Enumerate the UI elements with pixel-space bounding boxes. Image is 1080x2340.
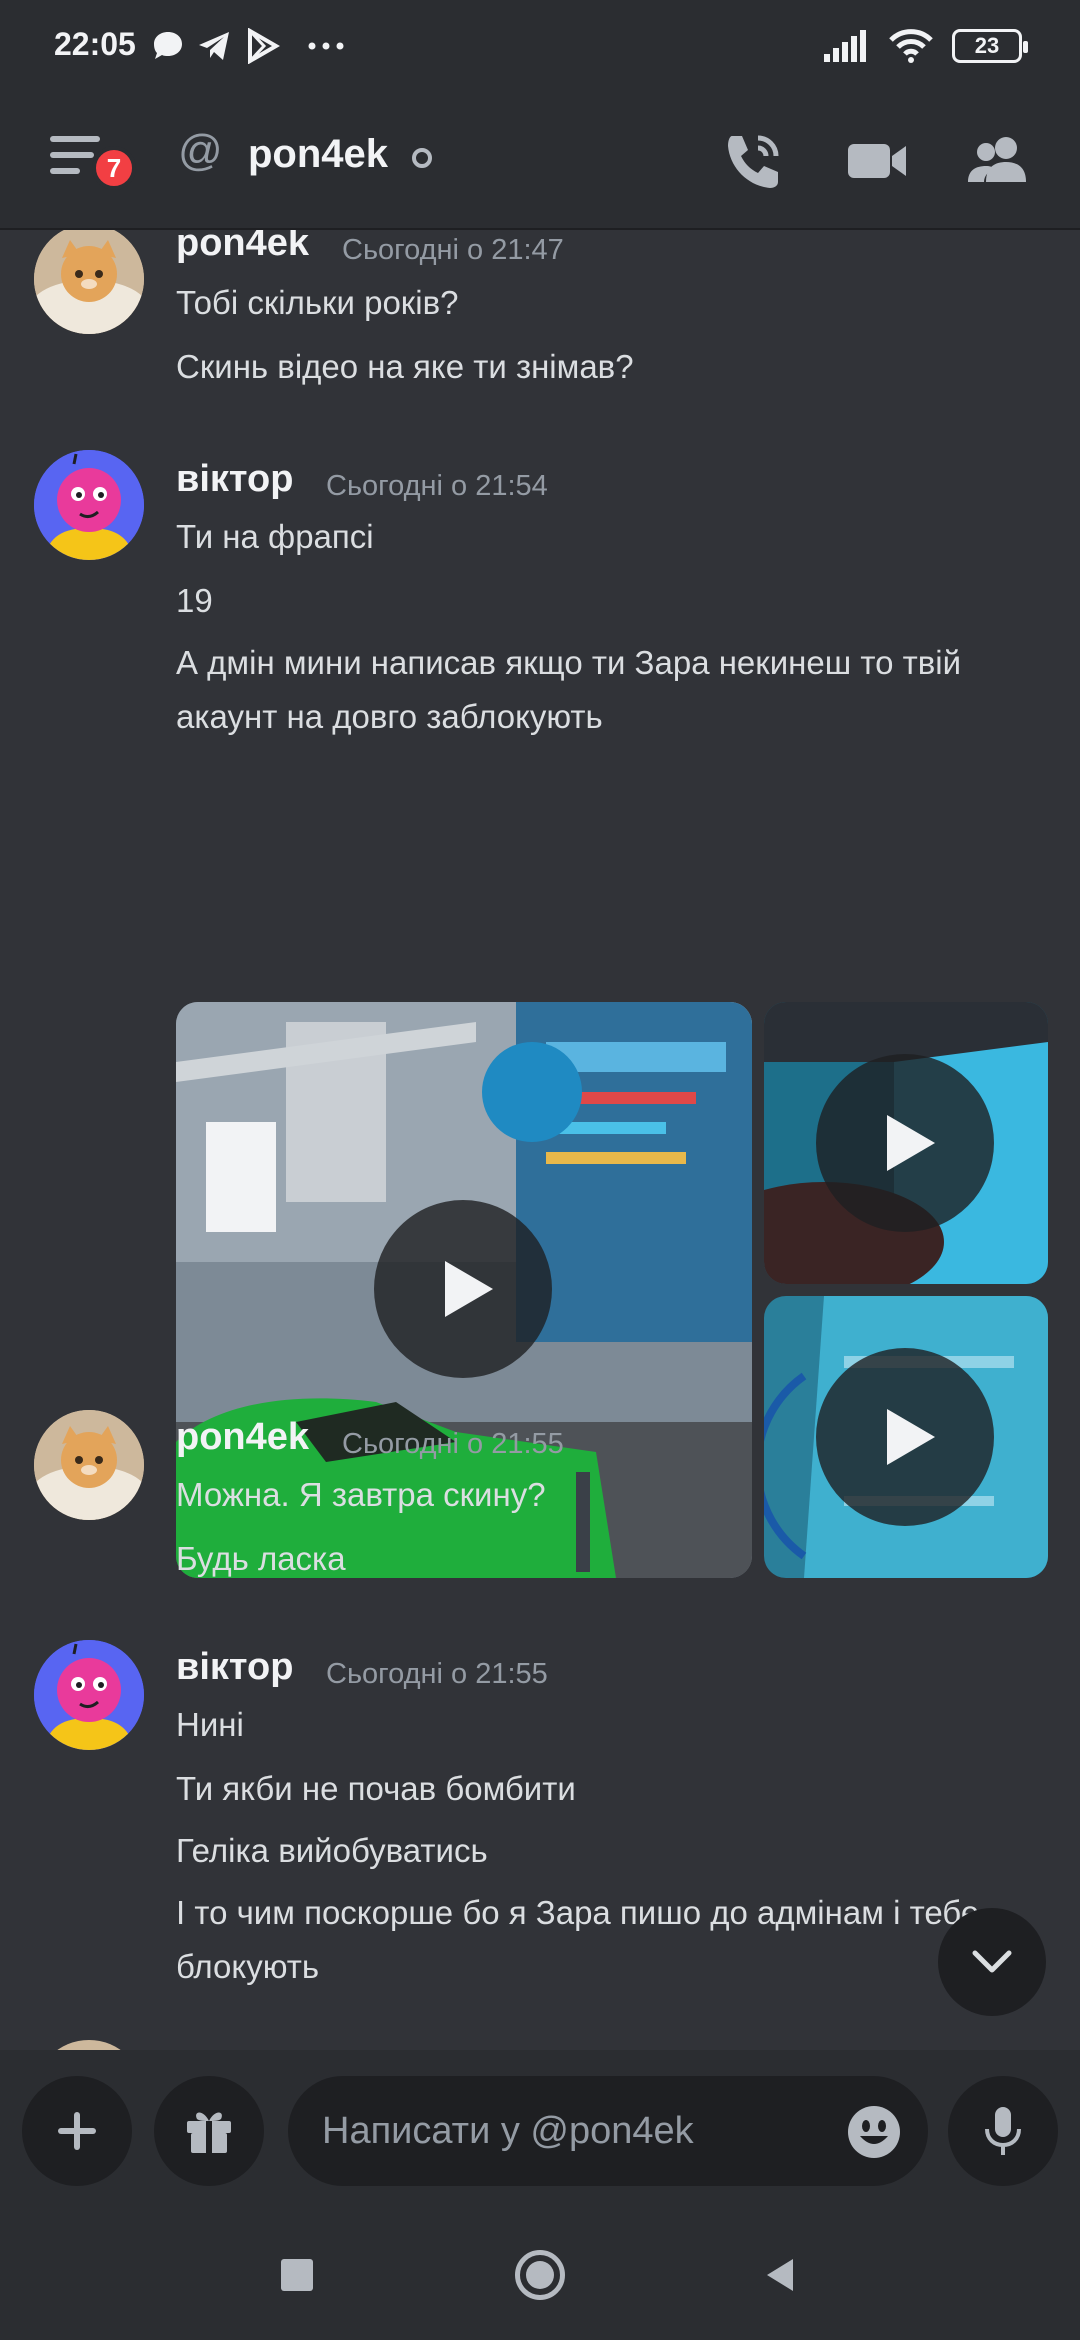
back-triangle-icon bbox=[767, 2259, 793, 2291]
signal-icon bbox=[824, 30, 866, 62]
avatar-pink-character[interactable] bbox=[34, 450, 144, 560]
video-attachment[interactable] bbox=[764, 1002, 1048, 1284]
avatar-cat[interactable] bbox=[34, 230, 144, 334]
home-button[interactable] bbox=[505, 2240, 575, 2310]
message-timestamp: Сьогодні о 21:54 bbox=[326, 470, 548, 502]
message-text: Геліка вийобуватись bbox=[176, 1832, 488, 1869]
status-time: 22:05 bbox=[54, 26, 136, 62]
at-sign-icon: @ bbox=[178, 126, 223, 175]
message-input[interactable] bbox=[322, 2076, 822, 2186]
play-button-icon[interactable] bbox=[374, 1200, 552, 1378]
message-text: Можна. Я завтра скину? bbox=[176, 1476, 546, 1513]
message-timestamp: Сьогодні о 21:55 bbox=[326, 1658, 548, 1690]
add-attachment-button[interactable] bbox=[22, 2076, 132, 2186]
message-text: Скинь відео на яке ти знімав? bbox=[176, 348, 634, 385]
avatar-cat[interactable] bbox=[34, 2040, 144, 2050]
battery-level: 23 bbox=[974, 33, 1000, 58]
message-author[interactable]: віктор bbox=[176, 458, 293, 501]
circle-icon bbox=[515, 2250, 565, 2300]
gift-icon bbox=[187, 2112, 231, 2153]
recent-apps-button[interactable] bbox=[262, 2240, 332, 2310]
back-button[interactable] bbox=[746, 2240, 816, 2310]
message-text: Будь ласка bbox=[176, 1540, 346, 1577]
message-text: Ти на фрапсі bbox=[176, 518, 374, 555]
play-store-icon bbox=[248, 28, 280, 64]
pink-character-avatar-image bbox=[34, 1640, 144, 1750]
play-button-icon[interactable] bbox=[816, 1054, 994, 1232]
microphone-icon bbox=[985, 2107, 1021, 2155]
message-list[interactable]: pon4ek Сьогодні о 21:47 Тобі скільки рок… bbox=[0, 230, 1080, 2050]
message-author[interactable]: віктор bbox=[176, 1646, 293, 1689]
message-timestamp: Сьогодні о 21:47 bbox=[342, 234, 564, 266]
status-bar: 22:05 23 bbox=[0, 0, 1080, 96]
message-text: Нині bbox=[176, 1706, 244, 1743]
message-timestamp: Сьогодні о 21:55 bbox=[342, 1428, 564, 1460]
message-text: А дмін мини написав якщо ти Зара некинеш… bbox=[176, 644, 962, 735]
message-input-wrapper bbox=[288, 2076, 928, 2186]
dm-title[interactable]: pon4ek bbox=[248, 132, 388, 177]
voice-message-button[interactable] bbox=[948, 2076, 1058, 2186]
message-text: І то чим поскорше бо я Зара пишо до адмі… bbox=[176, 1894, 980, 1985]
video-camera-icon[interactable] bbox=[842, 126, 912, 196]
avatar-pink-character[interactable] bbox=[34, 1640, 144, 1750]
phone-call-icon[interactable] bbox=[718, 126, 788, 196]
pink-character-avatar-image bbox=[34, 450, 144, 560]
jump-to-bottom-button[interactable] bbox=[938, 1908, 1046, 2016]
message-author[interactable]: pon4ek bbox=[176, 1416, 309, 1459]
system-navigation-bar bbox=[0, 2210, 1080, 2340]
message-text: 19 bbox=[176, 582, 213, 619]
cat-avatar-image bbox=[34, 230, 144, 334]
square-icon bbox=[281, 2259, 313, 2291]
plus-icon bbox=[58, 2112, 96, 2150]
chevron-down-icon bbox=[972, 1950, 1012, 1973]
message-composer bbox=[0, 2050, 1080, 2210]
avatar-cat[interactable] bbox=[34, 1410, 144, 1520]
gift-button[interactable] bbox=[154, 2076, 264, 2186]
emoji-icon[interactable] bbox=[846, 2104, 902, 2160]
chat-bubble-icon bbox=[154, 32, 182, 59]
telegram-icon bbox=[199, 32, 229, 60]
cat-avatar-image bbox=[34, 1410, 144, 1520]
channel-header: 7 @ pon4ek bbox=[0, 96, 1080, 230]
message-text: Тобі скільки років? bbox=[176, 284, 459, 321]
battery-icon: 23 bbox=[952, 29, 1028, 63]
message-text: Ти якби не почав бомбити bbox=[176, 1770, 576, 1807]
more-notifications-icon bbox=[308, 42, 344, 50]
message-author[interactable]: pon4ek bbox=[176, 230, 309, 265]
offline-status-icon bbox=[412, 148, 432, 168]
unread-badge: 7 bbox=[92, 146, 136, 190]
wifi-icon bbox=[889, 29, 933, 63]
members-icon[interactable] bbox=[962, 126, 1032, 196]
